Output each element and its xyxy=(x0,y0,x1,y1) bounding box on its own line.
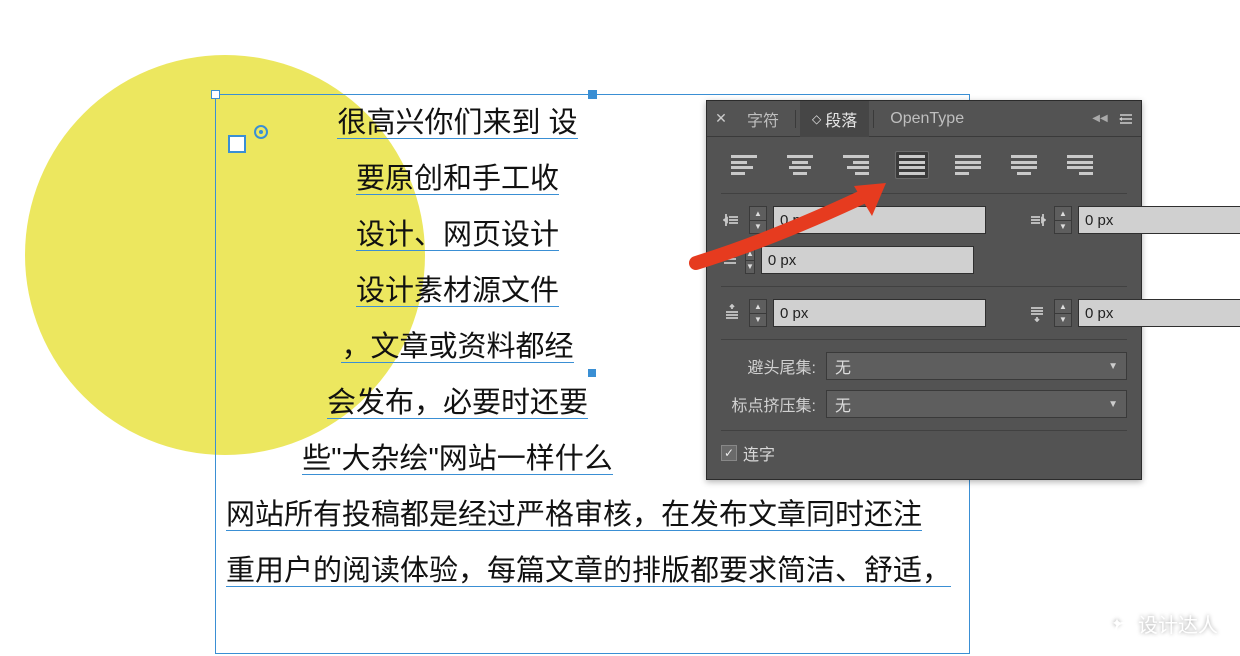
panel-menu-icon[interactable] xyxy=(1111,112,1141,126)
text-line: ，文章或资料都经 xyxy=(341,333,573,363)
tab-opentype[interactable]: OpenType xyxy=(878,101,976,137)
panel-body: ▲▼ ▲▼ ▲▼ ▲▼ xyxy=(707,137,1141,479)
hyphenate-row: ✓ 连字 xyxy=(721,441,1127,465)
stepper[interactable]: ▲▼ xyxy=(1054,299,1072,327)
mojikumi-value: 无 xyxy=(835,392,851,416)
hyphenate-label: 连字 xyxy=(743,441,775,465)
tab-character[interactable]: 字符 xyxy=(735,101,791,137)
indent-grid: ▲▼ ▲▼ xyxy=(721,206,1127,234)
left-indent-input[interactable] xyxy=(773,206,986,234)
text-line: 很高兴你们来到 设 xyxy=(337,109,577,139)
watermark-text: 设计达人 xyxy=(1138,609,1218,638)
tab-paragraph[interactable]: 段落 xyxy=(800,101,869,137)
stepper[interactable]: ▲▼ xyxy=(749,299,767,327)
text-line: 设计素材源文件 xyxy=(356,277,559,307)
space-before-icon xyxy=(721,304,743,322)
mojikumi-row: 标点挤压集: 无 xyxy=(721,390,1127,431)
gear-icon[interactable] xyxy=(254,125,268,139)
paragraph-panel[interactable]: ✕ 字符 段落 OpenType ◀◀ xyxy=(706,100,1142,480)
panel-header: ✕ 字符 段落 OpenType ◀◀ xyxy=(707,101,1141,137)
justify-full-button[interactable] xyxy=(895,151,929,179)
text-line: 设计、网页设计 xyxy=(356,221,559,251)
text-line: 重用户的阅读体验，每篇文章的排版都要求简洁、舒适， xyxy=(226,557,951,587)
right-indent-field: ▲▼ xyxy=(1026,206,1240,234)
text-line: 会发布，必要时还要 xyxy=(327,389,588,419)
hyphenate-checkbox[interactable]: ✓ xyxy=(721,445,737,461)
text-inport-icon[interactable] xyxy=(228,135,246,153)
text-line: 网站所有投稿都是经过严格审核，在发布文章同时还注 xyxy=(226,501,922,531)
kinsoku-value: 无 xyxy=(835,354,851,378)
text-line: 些"大杂绘"网站一样什么 xyxy=(302,445,613,475)
firstline-grid: ▲▼ xyxy=(721,246,1127,287)
firstline-indent-icon xyxy=(721,251,739,269)
align-center-button[interactable] xyxy=(783,151,817,179)
left-indent-field: ▲▼ xyxy=(721,206,986,234)
justify-right-button[interactable] xyxy=(1063,151,1097,179)
justify-center-button[interactable] xyxy=(1007,151,1041,179)
space-before-field: ▲▼ xyxy=(721,299,986,327)
mojikumi-label: 标点挤压集: xyxy=(721,392,816,416)
firstline-indent-field: ▲▼ xyxy=(721,246,924,274)
firstline-indent-input[interactable] xyxy=(761,246,974,274)
stepper[interactable]: ▲▼ xyxy=(745,246,755,274)
stepper[interactable]: ▲▼ xyxy=(749,206,767,234)
close-icon[interactable]: ✕ xyxy=(707,110,735,127)
watermark: ✦ 设计达人 xyxy=(1104,609,1218,638)
text-line: 要原创和手工收 xyxy=(356,165,559,195)
center-handle[interactable] xyxy=(588,369,596,377)
resize-handle[interactable] xyxy=(211,90,220,99)
align-right-button[interactable] xyxy=(839,151,873,179)
space-after-field: ▲▼ xyxy=(1026,299,1240,327)
mojikumi-select[interactable]: 无 xyxy=(826,390,1127,418)
right-indent-icon xyxy=(1026,211,1048,229)
collapse-icon[interactable]: ◀◀ xyxy=(1089,113,1111,124)
align-left-button[interactable] xyxy=(727,151,761,179)
wechat-icon: ✦ xyxy=(1104,611,1130,637)
justify-left-button[interactable] xyxy=(951,151,985,179)
kinsoku-label: 避头尾集: xyxy=(721,354,816,378)
space-before-input[interactable] xyxy=(773,299,986,327)
space-after-input[interactable] xyxy=(1078,299,1240,327)
kinsoku-select[interactable]: 无 xyxy=(826,352,1127,380)
left-indent-icon xyxy=(721,211,743,229)
stepper[interactable]: ▲▼ xyxy=(1054,206,1072,234)
space-after-icon xyxy=(1026,304,1048,322)
alignment-row xyxy=(721,147,1127,194)
spacing-grid: ▲▼ ▲▼ xyxy=(721,299,1127,340)
right-indent-input[interactable] xyxy=(1078,206,1240,234)
kinsoku-row: 避头尾集: 无 xyxy=(721,352,1127,380)
design-canvas: 很高兴你们来到 设 要原创和手工收 设计、网页设计 设计素材源文件 ，文章或资料… xyxy=(0,0,1240,656)
resize-handle[interactable] xyxy=(588,90,597,99)
